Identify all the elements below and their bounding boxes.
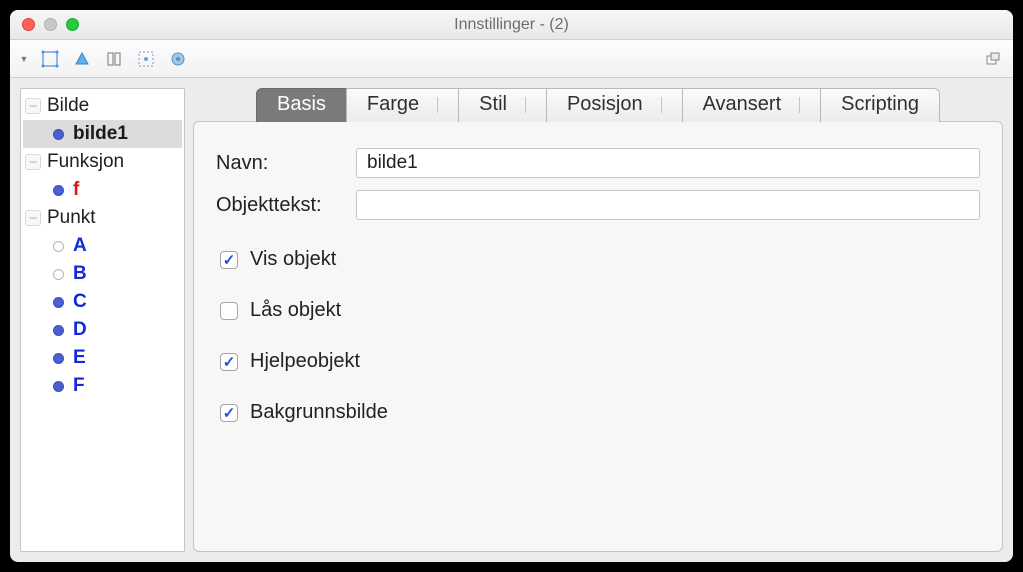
zoom-window-button[interactable]	[66, 18, 79, 31]
tab-label: Scripting	[841, 93, 919, 116]
construct-icon[interactable]	[100, 46, 128, 72]
tree-group-punkt[interactable]: − Punkt	[23, 204, 182, 232]
tab-label: Posisjon	[567, 93, 643, 116]
caption-input[interactable]	[356, 190, 980, 220]
auxiliary-object-row: Hjelpeobjekt	[220, 350, 980, 373]
properties-icon[interactable]	[164, 46, 192, 72]
basis-panel: Navn: Objekttekst: Vis objekt Lås objekt	[193, 121, 1003, 552]
collapse-icon[interactable]: −	[25, 210, 41, 226]
tree-item-a[interactable]: A	[23, 232, 182, 260]
collapse-icon[interactable]: −	[25, 98, 41, 114]
tab-bar: Basis Farge Stil Posisjon Avansert Scrip…	[193, 88, 1003, 122]
tab-scripting[interactable]: Scripting	[820, 88, 940, 122]
tab-basis[interactable]: Basis	[256, 88, 347, 122]
tree-item-label: A	[73, 235, 87, 257]
collapse-icon[interactable]: −	[25, 154, 41, 170]
object-tree-sidebar: − Bilde bilde1 − Funksjon f − Punkt A	[20, 88, 185, 552]
visibility-dot-icon[interactable]	[53, 129, 64, 140]
window-title: Innstillinger - (2)	[454, 16, 569, 34]
navigation-icon[interactable]	[132, 46, 160, 72]
tree-group-label: Punkt	[47, 207, 96, 229]
visibility-dot-icon[interactable]	[53, 325, 64, 336]
tab-avansert[interactable]: Avansert	[682, 88, 822, 122]
auxiliary-object-checkbox[interactable]	[220, 353, 238, 371]
tree-item-e[interactable]: E	[23, 344, 182, 372]
tree-group-funksjon[interactable]: − Funksjon	[23, 148, 182, 176]
tree-item-label: E	[73, 347, 86, 369]
detach-icon[interactable]	[979, 46, 1007, 72]
visibility-dot-icon[interactable]	[53, 297, 64, 308]
tab-sep	[661, 97, 662, 113]
tab-stil[interactable]: Stil	[458, 88, 547, 122]
tree-item-label: f	[73, 179, 79, 201]
tree-item-label: bilde1	[73, 123, 128, 145]
visibility-dot-icon[interactable]	[53, 269, 64, 280]
background-image-row: Bakgrunnsbilde	[220, 401, 980, 424]
background-image-checkbox[interactable]	[220, 404, 238, 422]
tree-item-d[interactable]: D	[23, 316, 182, 344]
content-area: − Bilde bilde1 − Funksjon f − Punkt A	[10, 78, 1013, 562]
tab-label: Avansert	[703, 93, 782, 116]
tab-label: Farge	[367, 93, 419, 116]
show-object-checkbox[interactable]	[220, 251, 238, 269]
tab-sep	[525, 97, 526, 113]
traffic-lights	[10, 18, 79, 31]
visibility-dot-icon[interactable]	[53, 353, 64, 364]
move-tool-icon[interactable]	[36, 46, 64, 72]
tree-item-label: F	[73, 375, 85, 397]
toolbar-dropdown-icon[interactable]: ▼	[16, 54, 32, 64]
caption-field-row: Objekttekst:	[216, 190, 980, 220]
visibility-dot-icon[interactable]	[53, 185, 64, 196]
name-field-row: Navn:	[216, 148, 980, 178]
tree-item-b[interactable]: B	[23, 260, 182, 288]
tree-item-label: B	[73, 263, 87, 285]
name-input[interactable]	[356, 148, 980, 178]
show-object-row: Vis objekt	[220, 248, 980, 271]
lock-object-label: Lås objekt	[250, 299, 341, 322]
background-image-label: Bakgrunnsbilde	[250, 401, 388, 424]
tab-posisjon[interactable]: Posisjon	[546, 88, 683, 122]
tree-item-label: D	[73, 319, 87, 341]
tree-group-label: Bilde	[47, 95, 89, 117]
tree-group-label: Funksjon	[47, 151, 124, 173]
tree-item-label: C	[73, 291, 87, 313]
visibility-dot-icon[interactable]	[53, 241, 64, 252]
lock-object-row: Lås objekt	[220, 299, 980, 322]
tab-label: Stil	[479, 93, 507, 116]
auxiliary-object-label: Hjelpeobjekt	[250, 350, 360, 373]
show-object-label: Vis objekt	[250, 248, 336, 271]
point-style-icon[interactable]	[68, 46, 96, 72]
tree-item-f[interactable]: f	[23, 176, 182, 204]
tree-item-c[interactable]: C	[23, 288, 182, 316]
toolbar: ▼	[10, 40, 1013, 78]
tree-item-f-point[interactable]: F	[23, 372, 182, 400]
tab-label: Basis	[277, 93, 326, 116]
close-window-button[interactable]	[22, 18, 35, 31]
tab-sep	[437, 97, 438, 113]
tree-item-bilde1[interactable]: bilde1	[23, 120, 182, 148]
caption-label: Objekttekst:	[216, 194, 356, 217]
minimize-window-button[interactable]	[44, 18, 57, 31]
settings-window: Innstillinger - (2) ▼ − Bilde	[10, 10, 1013, 562]
main-panel: Basis Farge Stil Posisjon Avansert Scrip…	[193, 88, 1003, 552]
tab-sep	[799, 97, 800, 113]
tree-group-bilde[interactable]: − Bilde	[23, 92, 182, 120]
name-label: Navn:	[216, 152, 356, 175]
lock-object-checkbox[interactable]	[220, 302, 238, 320]
visibility-dot-icon[interactable]	[53, 381, 64, 392]
tab-farge[interactable]: Farge	[346, 88, 459, 122]
titlebar: Innstillinger - (2)	[10, 10, 1013, 40]
